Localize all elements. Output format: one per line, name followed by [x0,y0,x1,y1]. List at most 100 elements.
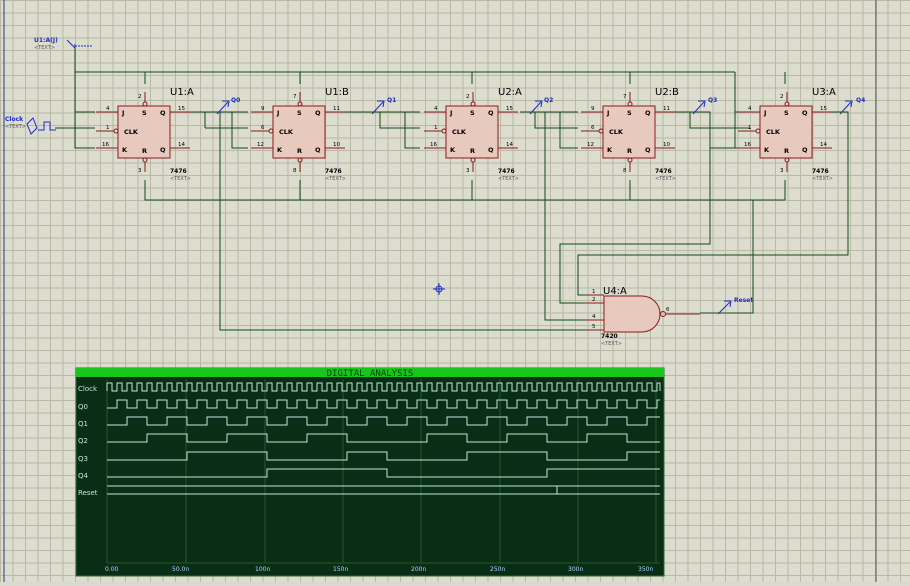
power-label: U1:A(J) [34,37,58,44]
chip-type: 7476 [655,168,672,175]
clock-text: <TEXT> [5,124,26,130]
pin-s-label: S [784,109,789,117]
clk-label: CLK [279,128,294,136]
pin-r-label: R [784,147,789,155]
pin-s-label: S [470,109,475,117]
pin-clk-number: 6 [591,125,595,131]
probe-q3[interactable]: Q3 [692,97,717,115]
pin-j-label: J [121,109,124,117]
pin-j-number: 4 [748,106,752,112]
clock-wave-icon [38,121,56,131]
pin-qbar-label: Q [488,146,494,154]
chip-reference: U2:A [498,87,522,98]
probe-q1[interactable]: Q1 [371,97,396,115]
crosshair-cursor-icon [433,283,445,295]
pin-k-number: 16 [744,142,751,148]
pin-q-number: 15 [178,106,185,112]
gate-pin-6: 6 [666,307,670,313]
digital-analysis-graph[interactable]: DIGITAL ANALYSIS Clock Q0 Q1 Q2 Q3 Q4 Re… [75,367,665,577]
gate-pin-1: 1 [592,289,596,295]
probe-q0[interactable]: Q0 [216,97,240,115]
pin-clr-number: 3 [466,168,470,174]
chip-reference: U1:A [170,87,194,98]
chip-u2a[interactable]: J CLK K Q Q S R 4 1 16 15 14 2 3 U2:A 74… [424,87,522,182]
trace-label-q2: Q2 [78,437,88,445]
trace-label-q3: Q3 [78,455,88,463]
pin-clk-number: 1 [434,125,438,131]
nand-gate-u4a[interactable]: 1 2 4 5 6 U4:A 7420 <TEXT> [585,286,700,347]
probe-label: Q0 [231,97,240,104]
pin-k-number: 12 [257,142,264,148]
pin-clk-number: 1 [106,125,110,131]
pin-j-number: 4 [434,106,438,112]
clock-label: Clock [5,116,24,123]
chip-reference: U1:B [325,87,349,98]
clock-generator[interactable]: Clock <TEXT> [5,116,56,135]
chip-type: 7476 [170,168,187,175]
reset-label: Reset [734,297,753,304]
schematic-svg[interactable]: J CLK K Q Q S R 4 1 16 15 14 2 3 U1:A 74… [0,0,910,582]
graph-background [75,367,665,577]
pin-j-label: J [606,109,609,117]
pin-qn-number: 10 [333,142,340,148]
pin-k-number: 12 [587,142,594,148]
probe-q2[interactable]: Q2 [529,97,553,115]
trace-label-reset: Reset [78,489,98,497]
pin-qbar-label: Q [645,146,651,154]
pin-pre-number: 2 [780,94,784,100]
pin-clr-number: 3 [138,168,142,174]
trace-label-clock: Clock [78,385,98,393]
chip-text: <TEXT> [812,176,833,182]
gate-pin-2: 2 [592,297,596,303]
pin-j-label: J [763,109,766,117]
pin-j-number: 9 [591,106,595,112]
pin-q-number: 15 [506,106,513,112]
graph-title: DIGITAL ANALYSIS [327,369,414,379]
pin-q-number: 11 [663,106,670,112]
pin-clr-number: 3 [780,168,784,174]
chip-type: 7476 [498,168,515,175]
pin-qn-number: 14 [820,142,827,148]
x-tick: 350n [638,566,653,573]
pin-s-label: S [297,109,302,117]
x-tick: 150n [333,566,348,573]
chip-u2b[interactable]: J CLK K Q Q S R 9 6 12 11 10 7 8 U2:B 74… [581,87,679,182]
gate-pin-5: 5 [592,324,596,330]
probe-label: Q3 [708,97,717,104]
pin-clr-number: 8 [293,168,297,174]
pin-qn-number: 14 [178,142,185,148]
pin-pre-number: 7 [623,94,627,100]
pin-qbar-label: Q [802,146,808,154]
pin-r-label: R [297,147,302,155]
pin-clk-number: 6 [261,125,265,131]
trace-label-q1: Q1 [78,420,88,428]
probe-reset[interactable]: Reset [717,297,753,315]
chip-text: <TEXT> [498,176,519,182]
pin-r-label: R [142,147,147,155]
pin-qbar-label: Q [160,146,166,154]
pin-q-number: 11 [333,106,340,112]
chip-type: 7476 [812,168,829,175]
probe-q4[interactable]: Q4 [839,97,865,115]
pin-r-label: R [627,147,632,155]
pin-j-number: 4 [106,106,110,112]
trace-label-q4: Q4 [78,472,89,480]
chip-text: <TEXT> [325,176,346,182]
gate-pin-4: 4 [592,314,596,320]
pin-k-number: 16 [102,142,109,148]
schematic-canvas[interactable]: J CLK K Q Q S R 4 1 16 15 14 2 3 U1:A 74… [0,0,910,582]
chip-u1a[interactable]: J CLK K Q Q S R 4 1 16 15 14 2 3 U1:A 74… [96,87,194,182]
chip-u1b[interactable]: J CLK K Q Q S R 9 6 12 11 10 7 8 U1:B 74… [251,87,349,182]
power-terminal[interactable]: U1:A(J) <TEXT> [34,37,92,51]
pin-q-label: Q [802,109,808,117]
power-text: <TEXT> [34,45,55,51]
pin-k-number: 16 [430,142,437,148]
pin-j-label: J [449,109,452,117]
pin-qn-number: 14 [506,142,513,148]
gate-reference: U4:A [603,286,627,297]
pin-clk-number: 1 [748,125,752,131]
chip-text: <TEXT> [655,176,676,182]
chip-type: 7476 [325,168,342,175]
x-tick: 250n [490,566,505,573]
chip-u3a[interactable]: J CLK K Q Q S R 4 1 16 15 14 2 3 U3:A 74… [738,87,836,182]
